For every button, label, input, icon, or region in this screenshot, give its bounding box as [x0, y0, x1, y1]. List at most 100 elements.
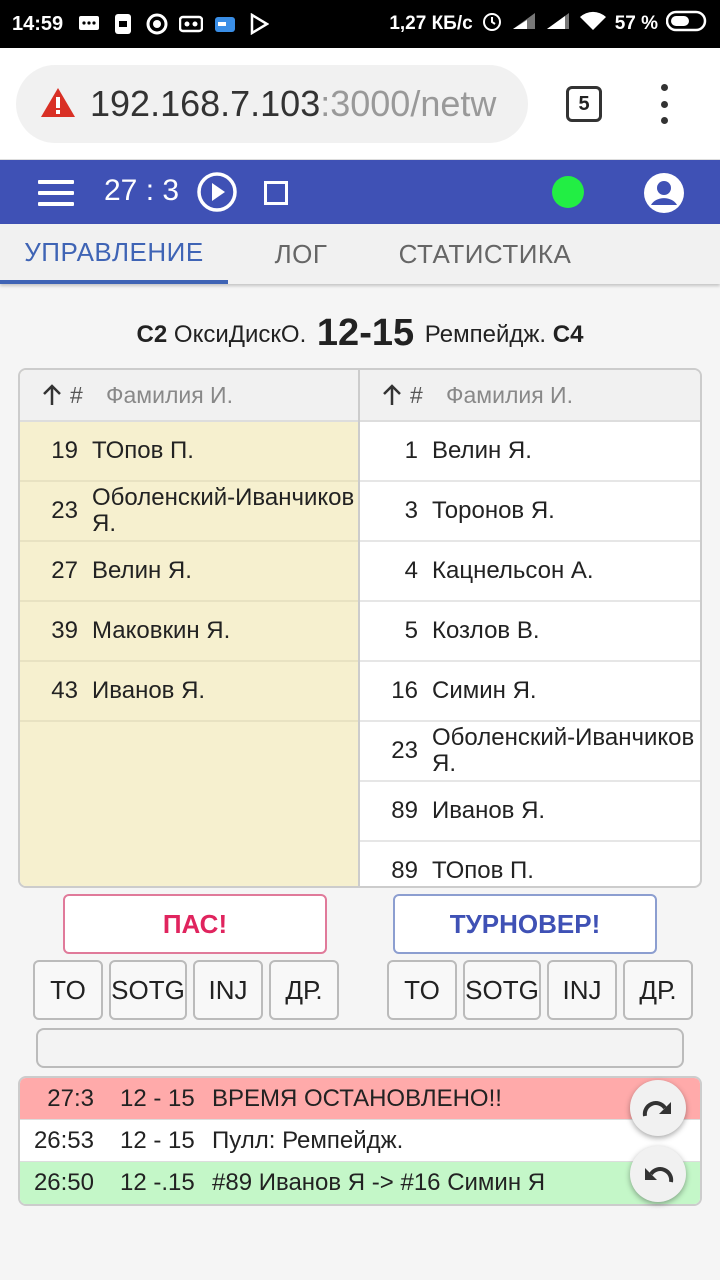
battery-percent: 57 % [614, 13, 658, 34]
log-score: 12 -.15 [120, 1169, 195, 1196]
right-roster: # Фамилия И. 1 Велин Я. 3 Торонов Я. 4 Кацн… [360, 370, 700, 886]
event-log: 27:3 12 - 15 ВРЕМЯ ОСТАНОВЛЕНО!! 26:53 1… [18, 1076, 702, 1206]
play-icon[interactable] [196, 171, 238, 213]
account-icon[interactable] [643, 172, 685, 214]
gamepad-icon [213, 13, 237, 35]
turnover-button[interactable]: ТУРНОВЕР! [393, 894, 657, 954]
log-row: 27:3 12 - 15 ВРЕМЯ ОСТАНОВЛЕНО!! [20, 1078, 700, 1120]
score: 12-15 [316, 312, 415, 354]
player-row[interactable]: 4 Кацнельсон А. [360, 542, 700, 602]
log-time: 26:50 [33, 1169, 94, 1196]
undo-button[interactable] [630, 1146, 686, 1202]
log-score: 12 - 15 [120, 1084, 195, 1112]
player-number: 43 [51, 677, 78, 704]
player-name: Кацнельсон А. [432, 557, 594, 584]
address-bar[interactable]: 192.168.7.103:3000/netw [16, 65, 528, 143]
right-team-name: Ремпейдж. [424, 321, 547, 348]
url-text: 192.168.7.103:3000/netw [90, 83, 496, 125]
game-time: 27 : 3 [104, 174, 180, 207]
player-number: 3 [404, 497, 418, 524]
right-sotg-button[interactable]: SOTG [463, 960, 541, 1020]
player-number: 5 [404, 617, 418, 644]
right-other-button[interactable]: ДР. [623, 960, 693, 1020]
undo-icon [645, 1167, 674, 1183]
player-row[interactable]: 16 Симин Я. [360, 662, 700, 722]
player-row[interactable]: 3 Торонов Я. [360, 482, 700, 542]
player-name: Козлов В. [432, 617, 540, 644]
browser-toolbar: 192.168.7.103:3000/netw 5 [0, 48, 720, 160]
comment-input[interactable] [36, 1028, 684, 1068]
browser-menu-icon[interactable] [652, 84, 676, 124]
app-bar: 27 : 3 [0, 160, 720, 224]
player-number: 23 [391, 737, 418, 764]
left-sotg-button[interactable]: SOTG [109, 960, 187, 1020]
left-team-code: C2 [136, 321, 168, 348]
player-number: 16 [391, 677, 418, 704]
left-injury-button[interactable]: INJ [193, 960, 263, 1020]
player-row[interactable]: 89 ТОпов П. [360, 842, 700, 886]
warning-icon [40, 86, 76, 123]
number-header: # [410, 381, 423, 408]
lion-icon [145, 13, 169, 35]
pass-button[interactable]: ПАС! [63, 894, 327, 954]
player-row[interactable]: 19 ТОпов П. [20, 422, 358, 482]
player-name: Симин Я. [432, 677, 537, 704]
mi-icon [111, 13, 135, 35]
log-message: Пулл: Ремпейдж. [212, 1126, 404, 1154]
status-time: 14:59 [12, 12, 64, 35]
log-time: 26:53 [33, 1126, 94, 1154]
player-name: Велин Я. [92, 557, 192, 584]
player-row[interactable]: 43 Иванов Я. [20, 662, 358, 722]
signal-icon [511, 11, 537, 37]
network-speed: 1,27 КБ/с [389, 13, 473, 34]
player-row[interactable]: 1 Велин Я. [360, 422, 700, 482]
sort-up-icon[interactable] [20, 383, 70, 407]
player-number: 4 [404, 557, 418, 584]
left-timeout-button[interactable]: TO [33, 960, 103, 1020]
tab-switcher-button[interactable]: 5 [566, 86, 602, 122]
right-timeout-button[interactable]: TO [387, 960, 457, 1020]
battery-icon [665, 10, 708, 38]
player-row[interactable]: 89 Иванов Я. [360, 782, 700, 842]
tab-bar: УПРАВЛЕНИЕ ЛОГ СТАТИСТИКА [0, 224, 720, 284]
log-score: 12 - 15 [120, 1126, 195, 1154]
url-path: :3000/netw [320, 83, 497, 124]
tab-log[interactable]: ЛОГ [228, 224, 374, 284]
vr-icon [179, 13, 204, 35]
name-header: Фамилия И. [446, 381, 573, 408]
player-number: 23 [51, 497, 78, 524]
log-row: 26:53 12 - 15 Пулл: Ремпейдж. [20, 1120, 700, 1162]
player-row[interactable]: 27 Велин Я. [20, 542, 358, 602]
player-number: 1 [404, 437, 418, 464]
player-row[interactable]: 5 Козлов В. [360, 602, 700, 662]
tab-control[interactable]: УПРАВЛЕНИЕ [0, 224, 228, 284]
signal-icon-2 [545, 11, 571, 37]
left-other-button[interactable]: ДР. [269, 960, 339, 1020]
sort-up-icon[interactable] [360, 383, 410, 407]
message-icon [77, 13, 101, 35]
player-name: ТОпов П. [92, 437, 194, 464]
stop-icon[interactable] [264, 181, 288, 205]
redo-button[interactable] [630, 1080, 686, 1136]
tab-statistics[interactable]: СТАТИСТИКА [374, 224, 596, 284]
connection-status-indicator [552, 176, 584, 208]
player-row[interactable]: 23 Оболенский-Иванчиков Я. [360, 722, 700, 782]
url-host: 192.168.7.103 [90, 83, 321, 124]
player-number: 89 [391, 857, 418, 884]
play-store-icon [247, 13, 271, 35]
player-row[interactable]: 23 Оболенский-Иванчиков Я. [20, 482, 358, 542]
number-header: # [70, 381, 83, 408]
right-injury-button[interactable]: INJ [547, 960, 617, 1020]
right-team-code: C4 [552, 321, 584, 348]
player-name: Иванов Я. [432, 797, 546, 824]
player-number: 19 [51, 437, 78, 464]
log-row: 26:50 12 -.15 #89 Иванов Я -> #16 Симин … [20, 1162, 700, 1204]
player-name: ТОпов П. [432, 857, 534, 884]
status-bar: 14:59 1,27 КБ/с 57 % [0, 0, 720, 48]
left-team-name: ОксиДискО. [173, 321, 307, 348]
menu-icon[interactable] [38, 180, 74, 206]
rosters-panel: # Фамилия И. 19 ТОпов П. 23 Оболенский-Ива… [18, 368, 702, 888]
player-name: Оболенский-Иванчиков Я. [432, 724, 695, 777]
player-row[interactable]: 39 Маковкин Я. [20, 602, 358, 662]
player-name: Оболенский-Иванчиков Я. [92, 484, 355, 537]
